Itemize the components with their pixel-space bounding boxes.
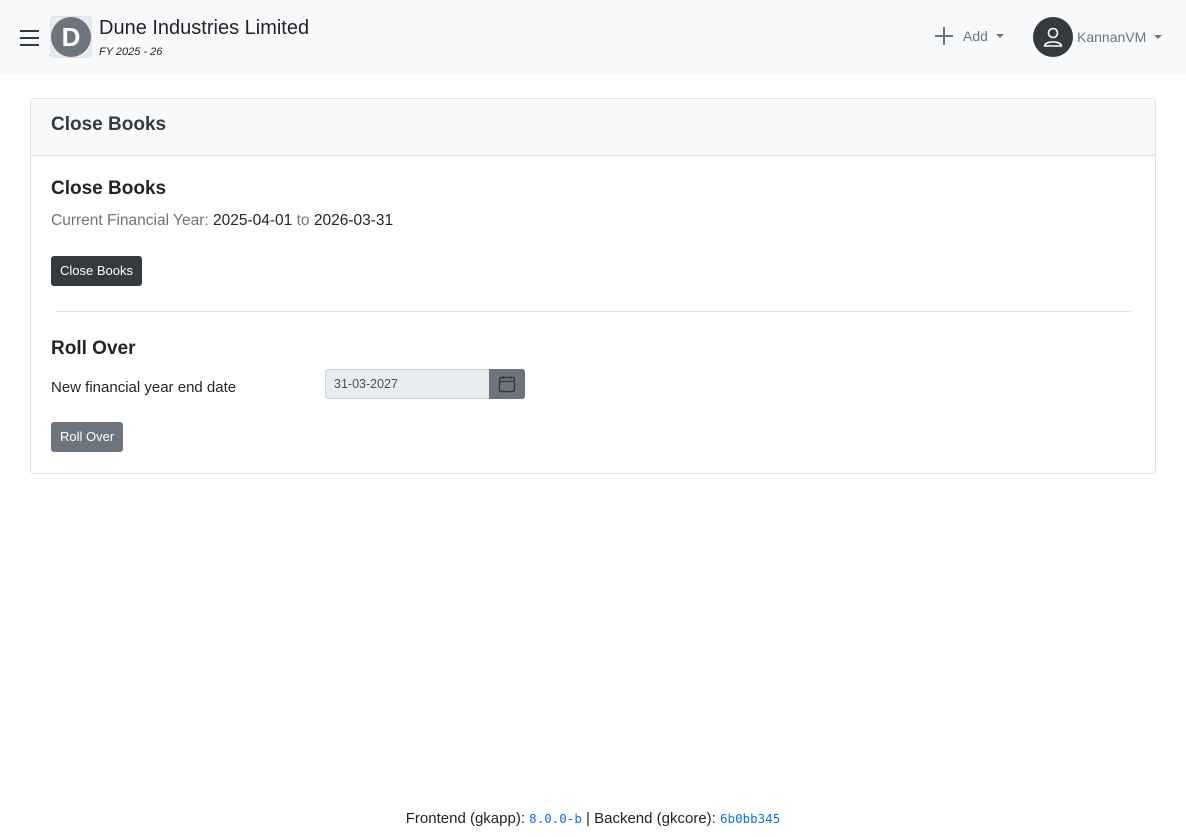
roll-over-button[interactable]: Roll Over	[51, 422, 124, 452]
chevron-down-icon	[995, 34, 1004, 38]
hamburger-icon[interactable]	[20, 30, 39, 46]
year-end-date-label: New financial year end date	[51, 379, 237, 396]
financial-year-label: FY 2025 - 26	[99, 46, 163, 58]
fy-prefix: Current Financial Year:	[51, 212, 209, 229]
fy-start-date: 2025-04-01	[212, 212, 293, 229]
fy-end-date: 2026-03-31	[313, 212, 394, 229]
add-label: Add	[963, 28, 988, 44]
plus-icon	[933, 25, 955, 47]
year-end-date-input[interactable]	[325, 369, 490, 399]
card-header-title: Close Books	[31, 99, 1155, 156]
top-navbar: D Dune Industries Limited FY 2025 - 26 A…	[0, 0, 1186, 74]
calendar-button[interactable]	[489, 369, 525, 399]
roll-over-heading: Roll Over	[51, 338, 136, 359]
calendar-icon	[498, 376, 516, 393]
chevron-down-icon	[1154, 35, 1163, 39]
fy-to: to	[296, 212, 310, 229]
section-divider	[55, 311, 1131, 312]
add-dropdown[interactable]: Add	[933, 24, 1004, 48]
user-dropdown[interactable]: KannanVM	[1033, 17, 1163, 57]
footer-separator: |	[586, 810, 590, 827]
close-books-card: Close Books Close Books Current Financia…	[30, 98, 1156, 474]
frontend-version: 8.0.0-b	[529, 811, 582, 826]
frontend-label: Frontend (gkapp):	[405, 810, 525, 827]
version-footer: Frontend (gkapp): 8.0.0-b | Backend (gkc…	[0, 810, 1186, 827]
user-name: KannanVM	[1077, 29, 1147, 45]
close-books-heading: Close Books	[51, 178, 167, 199]
org-name[interactable]: Dune Industries Limited	[99, 17, 309, 40]
org-logo: D	[51, 17, 91, 57]
current-financial-year: Current Financial Year: 2025-04-01 to 20…	[51, 212, 393, 230]
backend-version: 6b0bb345	[720, 811, 781, 826]
close-books-button[interactable]: Close Books	[51, 256, 142, 286]
user-icon	[1033, 17, 1073, 57]
backend-label: Backend (gkcore):	[594, 810, 716, 827]
